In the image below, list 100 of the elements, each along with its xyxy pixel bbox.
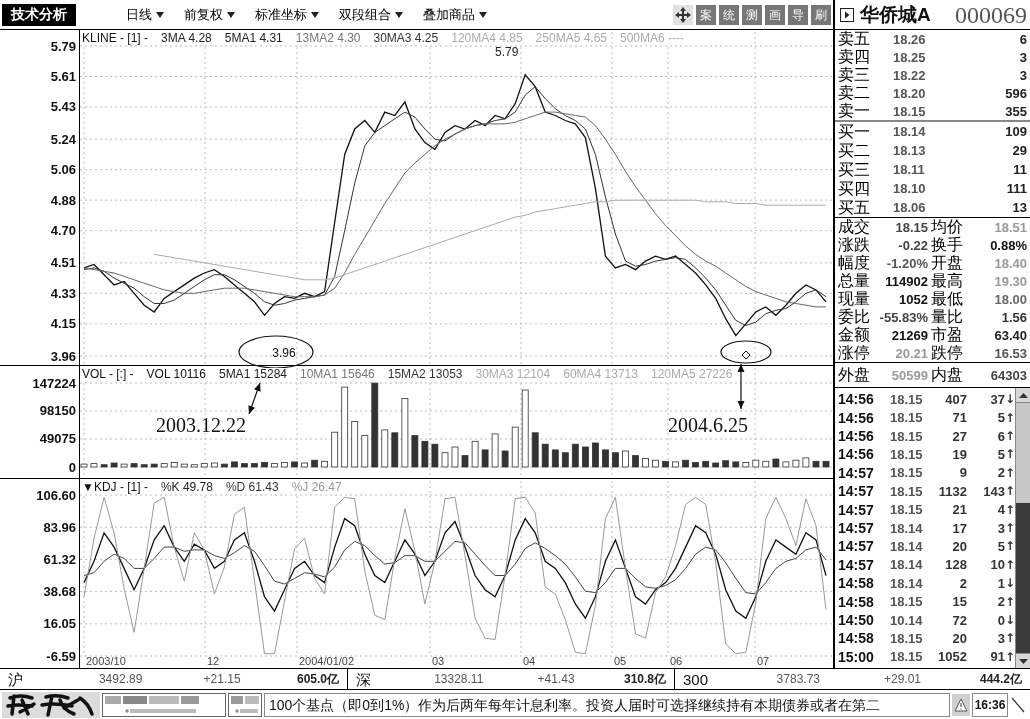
volume-bar bbox=[120, 463, 128, 468]
tick-time: 15:00 bbox=[838, 649, 875, 664]
menu-button[interactable]: 叠加商品 bbox=[423, 8, 487, 21]
tool-button[interactable]: 刷 bbox=[811, 4, 831, 25]
axis-label: 4.15 bbox=[50, 316, 76, 332]
stat-value: 20.21 bbox=[894, 346, 928, 360]
stat-value: 0.88% bbox=[989, 238, 1027, 252]
order-level-label: 买五 bbox=[838, 199, 871, 216]
index-turnover: 444.2亿 bbox=[978, 673, 1022, 685]
index-value: 3783.73 bbox=[775, 673, 820, 685]
volume-bar bbox=[762, 460, 770, 468]
tick-volume: 72 bbox=[951, 613, 967, 627]
volume-bar bbox=[602, 449, 609, 468]
tick-volume: 15 bbox=[951, 595, 967, 609]
volume-bar bbox=[822, 460, 830, 468]
menu-button[interactable]: 双段组合 bbox=[339, 8, 403, 21]
tick-time: 14:57 bbox=[838, 539, 875, 554]
menu-button[interactable]: 前复权 bbox=[184, 8, 235, 21]
logo-icon bbox=[2, 691, 100, 718]
tool-button[interactable]: 统 bbox=[719, 4, 739, 25]
volume-bar bbox=[180, 463, 188, 468]
axis-label: 2003/10 bbox=[86, 655, 126, 667]
order-level-label: 买二 bbox=[838, 142, 871, 159]
tick-time: 14:56 bbox=[838, 410, 875, 425]
legend-item: 120MA5 27226 bbox=[650, 368, 733, 380]
warning-icon[interactable] bbox=[952, 693, 970, 716]
trend-arrow: ↑ bbox=[1005, 503, 1014, 516]
axis-label: 0 bbox=[68, 459, 76, 475]
volume-bar bbox=[441, 452, 449, 468]
axis-label: 03 bbox=[432, 655, 445, 667]
trend-arrow: ↑ bbox=[1005, 448, 1014, 461]
tick-price: 18.14 bbox=[889, 558, 924, 572]
legend-item: 10MA1 15646 bbox=[300, 368, 375, 380]
tick-price: 18.15 bbox=[889, 466, 924, 480]
stat-label: 总量 bbox=[838, 273, 871, 289]
index-change: +21.15 bbox=[202, 673, 241, 685]
volume-bar bbox=[812, 460, 820, 468]
volume-bar bbox=[140, 464, 148, 468]
volume-bar bbox=[211, 462, 218, 468]
tick-count: 3 bbox=[996, 521, 1005, 535]
tick-volume: 19 bbox=[951, 447, 967, 461]
volume-bar bbox=[642, 458, 649, 468]
volume-bar bbox=[682, 459, 689, 468]
tick-count: 4 bbox=[996, 503, 1005, 517]
axis-label: 4.51 bbox=[50, 255, 76, 271]
volume-bar bbox=[351, 421, 359, 468]
tool-button[interactable]: 画 bbox=[765, 4, 785, 25]
order-level-label: 卖四 bbox=[838, 49, 871, 65]
panel-toggle-icon[interactable] bbox=[840, 7, 854, 22]
tick-time: 14:56 bbox=[838, 447, 875, 462]
stat-value: -0.22 bbox=[897, 238, 928, 252]
index-name: 沪 bbox=[8, 671, 24, 687]
legend-item: ▼KDJ - [1] - bbox=[82, 481, 148, 493]
order-price: 18.20 bbox=[893, 86, 927, 100]
tool-button[interactable]: 测 bbox=[742, 4, 762, 25]
tick-volume: 128 bbox=[944, 558, 967, 572]
legend-item: 30MA3 12104 bbox=[475, 368, 551, 380]
volume-bar bbox=[251, 463, 258, 468]
volume-bar bbox=[702, 460, 710, 468]
axis-label: 4.88 bbox=[50, 192, 76, 208]
stat-value: 18.40 bbox=[993, 256, 1027, 270]
tool-button[interactable]: 案 bbox=[696, 4, 716, 25]
volume-bar bbox=[291, 461, 298, 468]
tool-button[interactable]: 导 bbox=[788, 4, 808, 25]
tick-time: 14:58 bbox=[838, 594, 875, 609]
index-value: 3492.89 bbox=[97, 673, 143, 685]
axis-label: 3.96 bbox=[50, 348, 76, 364]
axis-label: 06 bbox=[670, 655, 683, 667]
menu-button[interactable]: 日线 bbox=[126, 8, 164, 21]
scroll-up-button[interactable] bbox=[1016, 388, 1030, 403]
volume-bar bbox=[401, 398, 409, 468]
legend-item: KLINE - [1] - bbox=[82, 32, 149, 44]
volume-bar bbox=[461, 455, 469, 468]
menu-button[interactable]: 标准坐标 bbox=[255, 8, 319, 21]
axis-label: 106.60 bbox=[36, 487, 76, 503]
tick-price: 18.15 bbox=[889, 411, 924, 425]
axis-label: 5.79 bbox=[50, 38, 76, 54]
trend-arrow: ↑ bbox=[1005, 650, 1014, 663]
scroll-down-button[interactable] bbox=[1016, 653, 1030, 668]
volume-bar bbox=[301, 462, 308, 468]
order-price: 18.14 bbox=[893, 125, 927, 138]
caret-icon bbox=[395, 11, 403, 18]
tick-price: 18.14 bbox=[889, 576, 924, 590]
scrollbar-thumb[interactable] bbox=[1016, 503, 1030, 653]
tick-count: 6 bbox=[996, 429, 1005, 443]
volume-bar bbox=[160, 463, 168, 468]
volume-bar bbox=[170, 462, 178, 468]
stat-value: 19.30 bbox=[993, 274, 1027, 288]
move-icon[interactable] bbox=[673, 4, 693, 25]
tick-count: 2 bbox=[996, 466, 1005, 480]
tick-volume: 407 bbox=[944, 392, 967, 406]
stat-value: 114902 bbox=[884, 274, 928, 288]
stat-label: 涨跌 bbox=[838, 237, 871, 253]
volume-bar bbox=[652, 459, 659, 468]
stat-label: 最低 bbox=[931, 291, 964, 307]
stat-label: 金额 bbox=[838, 327, 871, 343]
axis-label: 07 bbox=[757, 655, 770, 667]
legend-item: VOL 10116 bbox=[146, 368, 206, 380]
order-volume: 13 bbox=[1011, 201, 1027, 214]
index-turnover: 310.8亿 bbox=[622, 673, 666, 685]
